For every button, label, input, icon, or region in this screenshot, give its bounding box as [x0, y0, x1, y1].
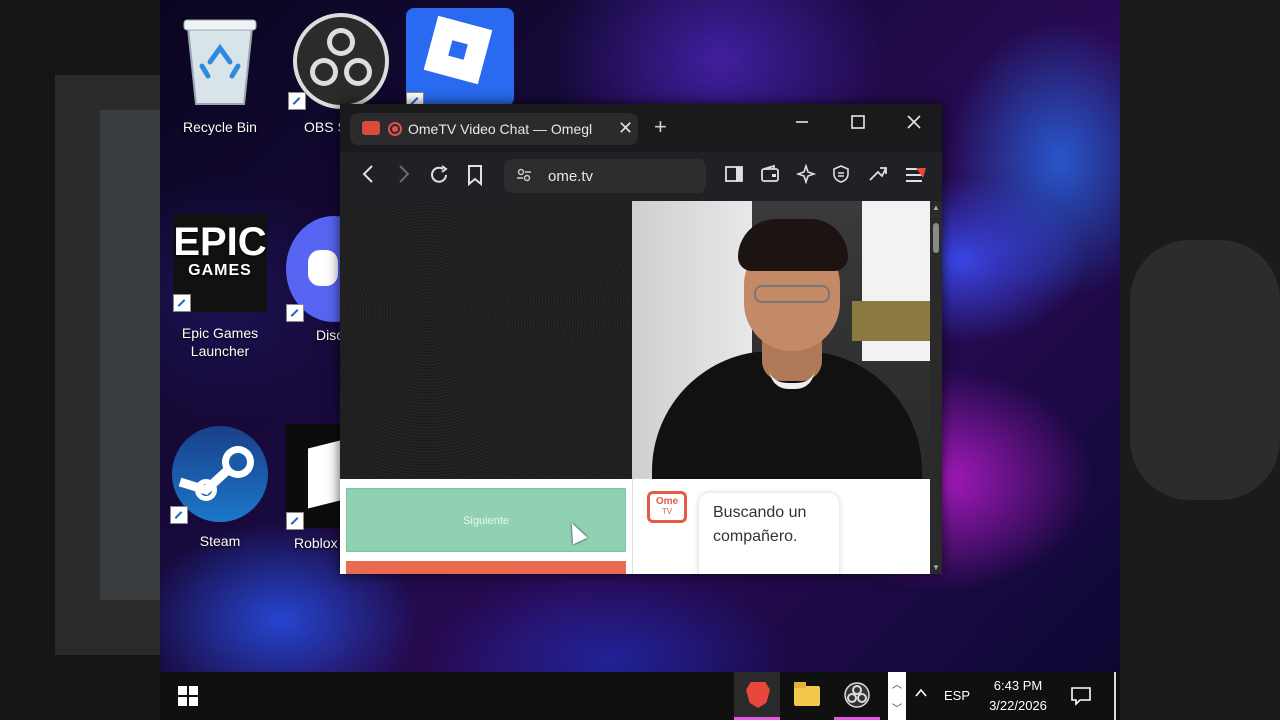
roblox-studio-icon: [423, 15, 493, 85]
logo-text-tv: TV: [661, 507, 673, 516]
system-clock[interactable]: 6:43 PM 3/22/2026: [986, 676, 1050, 716]
maximize-button[interactable]: [850, 114, 866, 135]
shortcut-arrow-icon: [170, 506, 188, 524]
background-panel-inner: [100, 110, 160, 600]
shortcut-arrow-icon: [288, 92, 306, 110]
desktop-icon-label: Recycle Bin: [183, 119, 257, 135]
close-tab-icon[interactable]: ✕: [618, 118, 633, 139]
local-webcam-video: [632, 201, 930, 479]
ometv-page: Siguiente Ome TV Buscando un compañero.: [340, 201, 930, 574]
desktop-icon-epic-games[interactable]: EPIC GAMES Epic Games Launcher: [168, 214, 272, 360]
background-blob: [1130, 240, 1280, 500]
back-button[interactable]: [360, 164, 376, 190]
ometv-favicon-icon: [362, 121, 380, 135]
desktop-icon-label: Epic Games Launcher: [181, 325, 259, 359]
scroll-down-icon[interactable]: ▼: [932, 563, 940, 572]
browser-window: OmeTV Video Chat — Omegl ✕ + ome.tv Sigu…: [340, 104, 942, 574]
taskbar-obs[interactable]: [834, 672, 880, 720]
tab-strip: OmeTV Video Chat — Omegl ✕ +: [340, 104, 942, 152]
desktop-icon-roblox[interactable]: Roblox: [286, 424, 346, 552]
chat-panel: Ome TV Buscando un compañero.: [632, 479, 930, 574]
chat-message-bubble: Buscando un compañero.: [699, 493, 839, 574]
taskbar-file-explorer[interactable]: [784, 672, 830, 720]
show-desktop-button[interactable]: [1114, 672, 1116, 720]
shortcut-arrow-icon: [286, 304, 304, 322]
desktop-icon-steam[interactable]: Steam: [168, 424, 272, 550]
close-window-button[interactable]: [906, 114, 922, 135]
sidebar-toggle-icon[interactable]: [724, 164, 744, 190]
new-tab-button[interactable]: +: [654, 116, 667, 138]
show-hidden-icons-button[interactable]: [914, 686, 928, 703]
desktop-icon-label: Roblox: [294, 535, 338, 551]
remote-video-static: [340, 201, 632, 479]
scroll-widget[interactable]: ︿ ﹀: [888, 672, 906, 720]
vpn-shield-icon[interactable]: [831, 164, 851, 190]
desktop-icon-label: Disc: [316, 327, 344, 343]
shortcut-arrow-icon: [286, 512, 304, 530]
recording-indicator-icon: [388, 122, 402, 136]
chevron-down-icon[interactable]: ﹀: [892, 700, 902, 715]
scroll-up-icon[interactable]: ▲: [932, 203, 940, 212]
notification-center-icon[interactable]: [1070, 686, 1092, 711]
rewards-icon[interactable]: [868, 164, 888, 190]
desktop-icon-discord[interactable]: Disc: [286, 214, 382, 344]
left-letterbox: [0, 0, 160, 720]
epic-logo-subtext: GAMES: [188, 262, 252, 279]
desktop-icon-recycle-bin[interactable]: Recycle Bin: [172, 12, 268, 136]
desktop-icon-roblox-studio[interactable]: [406, 8, 514, 110]
recycle-bin-icon: [178, 12, 262, 108]
clock-date: 3/22/2026: [989, 698, 1047, 713]
start-button[interactable]: [178, 686, 198, 706]
forward-button[interactable]: [396, 164, 412, 190]
obs-icon: [288, 12, 390, 110]
bookmark-button[interactable]: [466, 164, 484, 192]
shortcut-arrow-icon: [173, 294, 191, 312]
language-indicator[interactable]: ESP: [944, 688, 970, 703]
wallet-icon[interactable]: [760, 164, 780, 190]
address-bar[interactable]: ome.tv: [504, 159, 706, 193]
right-letterbox: [1120, 0, 1280, 720]
folder-icon: [794, 686, 820, 706]
desktop-icon-label: Steam: [199, 533, 241, 549]
clock-time: 6:43 PM: [993, 678, 1043, 693]
tab-ometv[interactable]: OmeTV Video Chat — Omegl ✕: [350, 113, 638, 145]
next-button[interactable]: Siguiente: [346, 488, 626, 552]
steam-icon: [170, 424, 270, 524]
browser-toolbar: ome.tv: [340, 152, 942, 200]
discord-icon: [286, 214, 382, 322]
obs-icon: [844, 682, 870, 708]
tab-title: OmeTV Video Chat — Omegl: [408, 121, 593, 137]
brave-icon: [746, 682, 770, 708]
chat-message-text: Buscando un compañero.: [713, 504, 807, 545]
next-button-label: Siguiente: [463, 515, 509, 527]
page-scrollbar[interactable]: ▲ ▼: [930, 201, 942, 574]
taskbar: ︿ ﹀ ESP 6:43 PM 3/22/2026: [160, 672, 1120, 720]
minimize-button[interactable]: [794, 114, 810, 135]
site-settings-icon[interactable]: [516, 167, 532, 186]
folder-tab: [794, 682, 806, 688]
epic-logo-text: EPIC: [173, 220, 267, 264]
menu-icon[interactable]: [904, 164, 928, 192]
roblox-icon: [286, 424, 346, 530]
epic-games-icon: EPIC GAMES: [173, 214, 267, 312]
leo-ai-icon[interactable]: [795, 163, 817, 190]
url-text: ome.tv: [548, 168, 594, 185]
stop-button[interactable]: [346, 561, 626, 574]
taskbar-brave[interactable]: [734, 672, 780, 720]
reload-button[interactable]: [428, 164, 450, 192]
ometv-logo-icon: Ome TV: [647, 491, 687, 523]
chevron-up-icon[interactable]: ︿: [892, 676, 902, 691]
scrollbar-thumb[interactable]: [933, 223, 939, 253]
